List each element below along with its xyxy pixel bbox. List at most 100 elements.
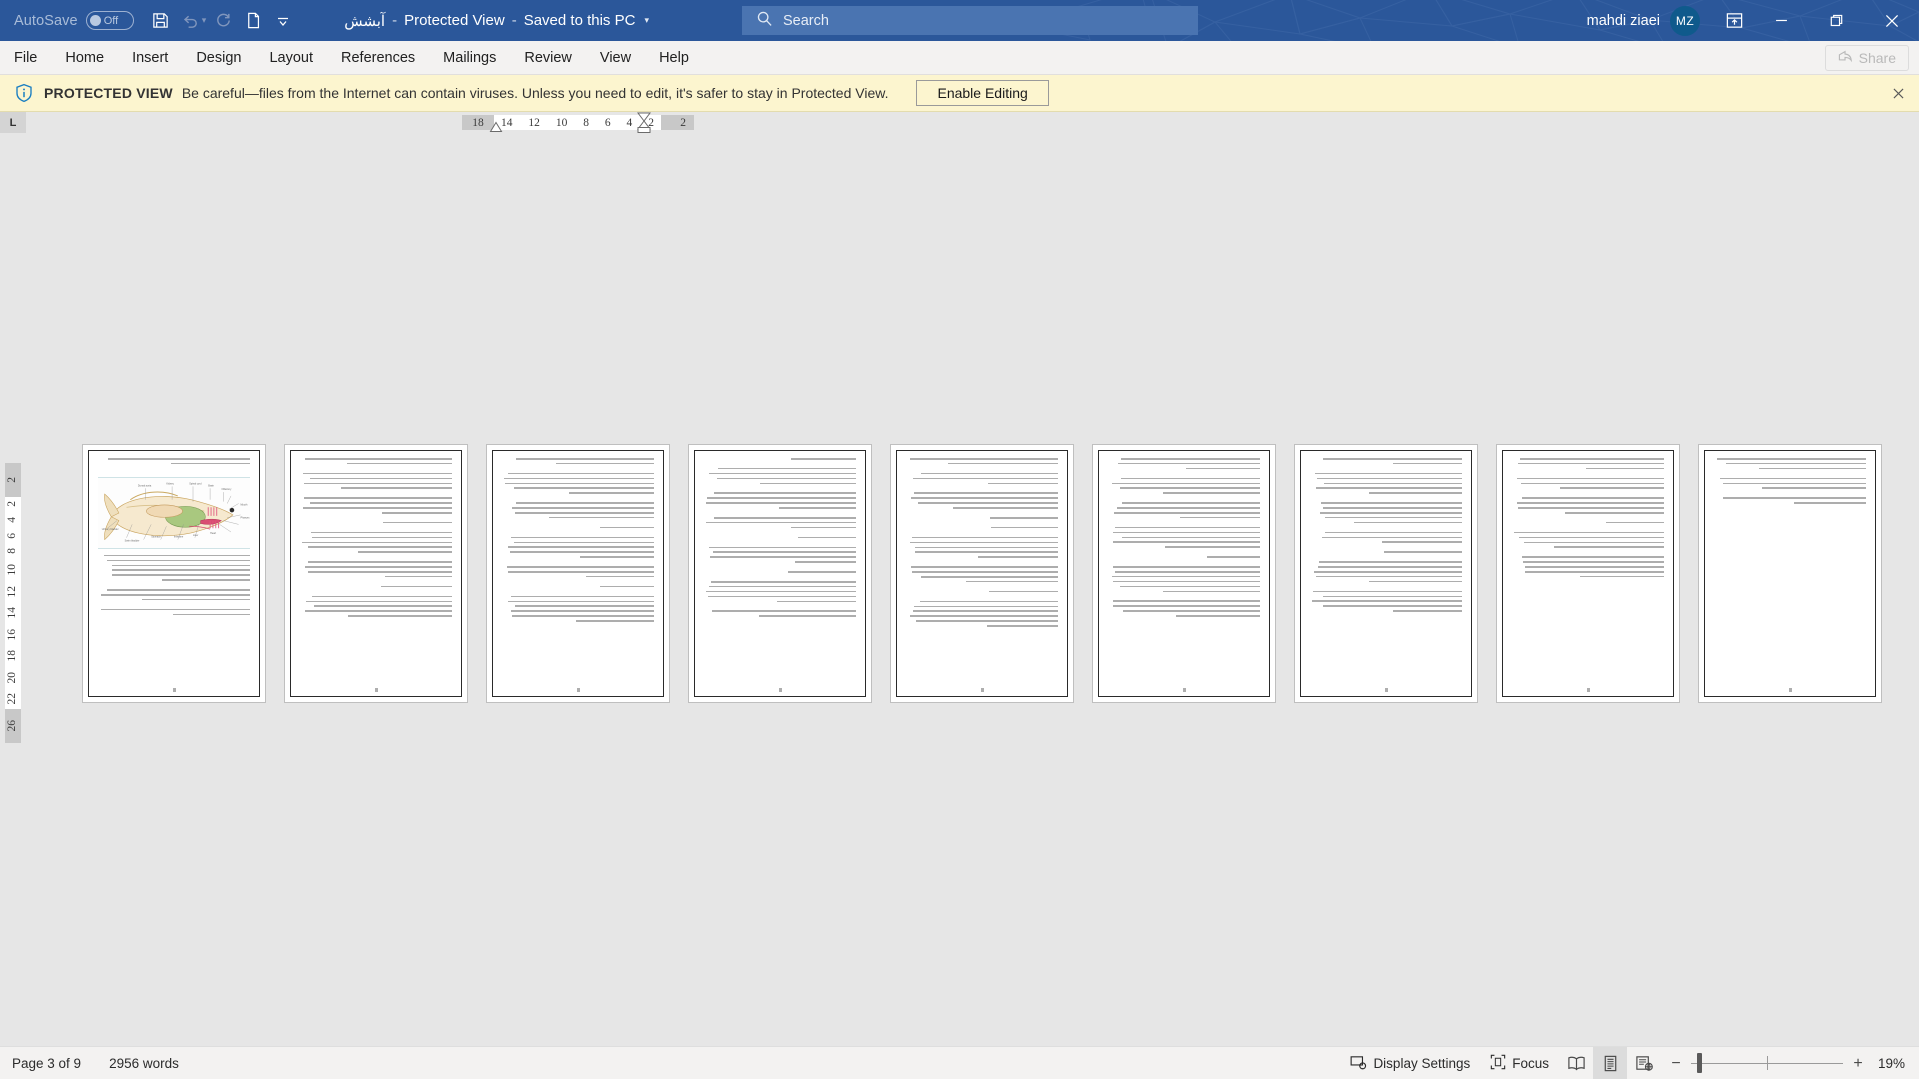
zoom-level-label[interactable]: 19% bbox=[1873, 1056, 1919, 1071]
ribbon-tab-file[interactable]: File bbox=[0, 41, 51, 74]
word-count[interactable]: 2956 words bbox=[109, 1056, 179, 1071]
page-text-line bbox=[710, 581, 856, 583]
page-text-line bbox=[100, 594, 250, 596]
page-thumbnail[interactable] bbox=[487, 445, 669, 702]
page-text-line bbox=[1516, 477, 1664, 480]
page-text-line bbox=[1523, 541, 1664, 544]
page-thumbnail[interactable] bbox=[1699, 445, 1881, 702]
print-layout-view-button[interactable] bbox=[1593, 1047, 1627, 1079]
ribbon-display-options-icon[interactable] bbox=[1714, 0, 1754, 41]
svg-text:Liver: Liver bbox=[193, 534, 199, 537]
page-text-line bbox=[512, 615, 654, 617]
redo-icon[interactable] bbox=[208, 6, 238, 36]
zoom-slider[interactable] bbox=[1691, 1047, 1843, 1079]
ribbon-tab-help[interactable]: Help bbox=[645, 41, 703, 74]
document-title-chevron-down-icon[interactable]: ▾ bbox=[644, 15, 649, 26]
account-name[interactable]: mahdi ziaei bbox=[1587, 13, 1660, 29]
page-text-line bbox=[1369, 492, 1462, 494]
svg-text:Spinal cord: Spinal cord bbox=[189, 482, 202, 485]
page-thumbnail[interactable]: Dorsal aorta Kidney Spinal cord Brain Olfact… bbox=[83, 445, 265, 702]
ribbon-tab-layout[interactable]: Layout bbox=[255, 41, 327, 74]
new-document-icon[interactable] bbox=[238, 6, 268, 36]
autosave-control[interactable]: AutoSave Off bbox=[14, 11, 134, 30]
page-text-line bbox=[516, 458, 654, 460]
page-text-line bbox=[1112, 541, 1260, 543]
page-text-line bbox=[308, 546, 452, 548]
page-text-line bbox=[511, 610, 654, 612]
right-indent-marker[interactable] bbox=[636, 112, 652, 133]
page-text-line bbox=[1518, 462, 1664, 465]
search-box[interactable]: Search bbox=[742, 6, 1198, 35]
search-input[interactable]: Search bbox=[783, 13, 829, 29]
page-text-line bbox=[1392, 462, 1462, 465]
ribbon-tab-design[interactable]: Design bbox=[182, 41, 255, 74]
page-text-line bbox=[302, 472, 452, 475]
page-text-line bbox=[965, 580, 1058, 583]
horizontal-ruler-row: L 18 14 12 10 8 6 4 2 2 bbox=[0, 112, 1919, 133]
ribbon-tab-view[interactable]: View bbox=[586, 41, 645, 74]
page-thumbnail[interactable] bbox=[689, 445, 871, 702]
zoom-slider-midpoint-tick bbox=[1767, 1056, 1768, 1070]
page-number-mark bbox=[172, 688, 176, 692]
document-canvas[interactable]: 2 2 4 6 8 10 12 14 16 18 20 22 26 Dorsal… bbox=[0, 133, 1919, 1046]
page-text-line bbox=[913, 492, 1058, 494]
page-thumbnail[interactable] bbox=[1093, 445, 1275, 702]
close-protected-view-bar-icon[interactable] bbox=[1889, 84, 1907, 102]
zoom-out-button[interactable]: − bbox=[1669, 1055, 1683, 1073]
page-text-line bbox=[1554, 546, 1664, 548]
focus-label: Focus bbox=[1512, 1056, 1549, 1071]
display-settings-button[interactable]: Display Settings bbox=[1340, 1047, 1480, 1079]
ribbon-tab-mailings[interactable]: Mailings bbox=[429, 41, 510, 74]
document-title-group[interactable]: آبشش - Protected View - Saved to this PC… bbox=[344, 12, 649, 30]
page-thumbnail[interactable] bbox=[891, 445, 1073, 702]
tab-stop-selector[interactable]: L bbox=[0, 112, 26, 133]
ribbon-tab-insert[interactable]: Insert bbox=[118, 41, 182, 74]
zoom-in-button[interactable]: + bbox=[1851, 1055, 1865, 1073]
page-text-line bbox=[1121, 502, 1260, 504]
ribbon-tab-home[interactable]: Home bbox=[51, 41, 118, 74]
page-text-line bbox=[382, 521, 452, 524]
close-button[interactable] bbox=[1864, 0, 1919, 41]
web-layout-view-button[interactable] bbox=[1627, 1047, 1661, 1079]
shield-info-icon bbox=[14, 83, 34, 103]
page-text-line bbox=[1369, 580, 1462, 583]
focus-mode-button[interactable]: Focus bbox=[1480, 1047, 1559, 1079]
restore-button[interactable] bbox=[1809, 0, 1864, 41]
ribbon-tab-review[interactable]: Review bbox=[510, 41, 586, 74]
page-text-line bbox=[1115, 571, 1260, 573]
left-indent-marker[interactable] bbox=[489, 121, 503, 133]
save-icon[interactable] bbox=[146, 6, 176, 36]
avatar[interactable]: MZ bbox=[1670, 5, 1700, 36]
page-text-line bbox=[718, 467, 856, 470]
page-indicator[interactable]: Page 3 of 9 bbox=[12, 1056, 81, 1071]
zoom-control[interactable]: − + bbox=[1661, 1047, 1873, 1079]
ribbon-tab-references[interactable]: References bbox=[327, 41, 429, 74]
page-text-line bbox=[1112, 580, 1260, 583]
vertical-ruler[interactable]: 2 2 4 6 8 10 12 14 16 18 20 22 26 bbox=[0, 133, 26, 1046]
page-text-line bbox=[1176, 615, 1260, 617]
pages-viewport[interactable]: Dorsal aorta Kidney Spinal cord Brain Olfact… bbox=[26, 133, 1919, 1046]
undo-dropdown-chevron-down-icon[interactable]: ▾ bbox=[202, 15, 207, 26]
page-thumbnail[interactable] bbox=[1295, 445, 1477, 702]
page-text-line bbox=[705, 590, 856, 593]
minimize-button[interactable] bbox=[1754, 0, 1809, 41]
page-text-line bbox=[312, 595, 452, 598]
page-text-line bbox=[947, 462, 1058, 465]
customize-quick-access-toolbar-chevron-down-icon[interactable] bbox=[268, 6, 298, 36]
titlebar-right-cluster: mahdi ziaei MZ bbox=[1587, 0, 1919, 41]
page-content bbox=[492, 450, 664, 697]
vruler-tick-10: 10 bbox=[6, 564, 19, 576]
autosave-toggle[interactable]: Off bbox=[85, 11, 134, 30]
share-button[interactable]: Share bbox=[1824, 45, 1909, 71]
page-thumbnail[interactable] bbox=[1497, 445, 1679, 702]
zoom-slider-thumb[interactable] bbox=[1697, 1053, 1702, 1073]
page-thumbnail[interactable] bbox=[285, 445, 467, 702]
vruler-tick-14: 14 bbox=[6, 607, 19, 619]
enable-editing-button[interactable]: Enable Editing bbox=[916, 80, 1049, 106]
read-mode-view-button[interactable] bbox=[1559, 1047, 1593, 1079]
page-text-line bbox=[987, 625, 1058, 627]
page-text-line bbox=[1519, 536, 1664, 539]
